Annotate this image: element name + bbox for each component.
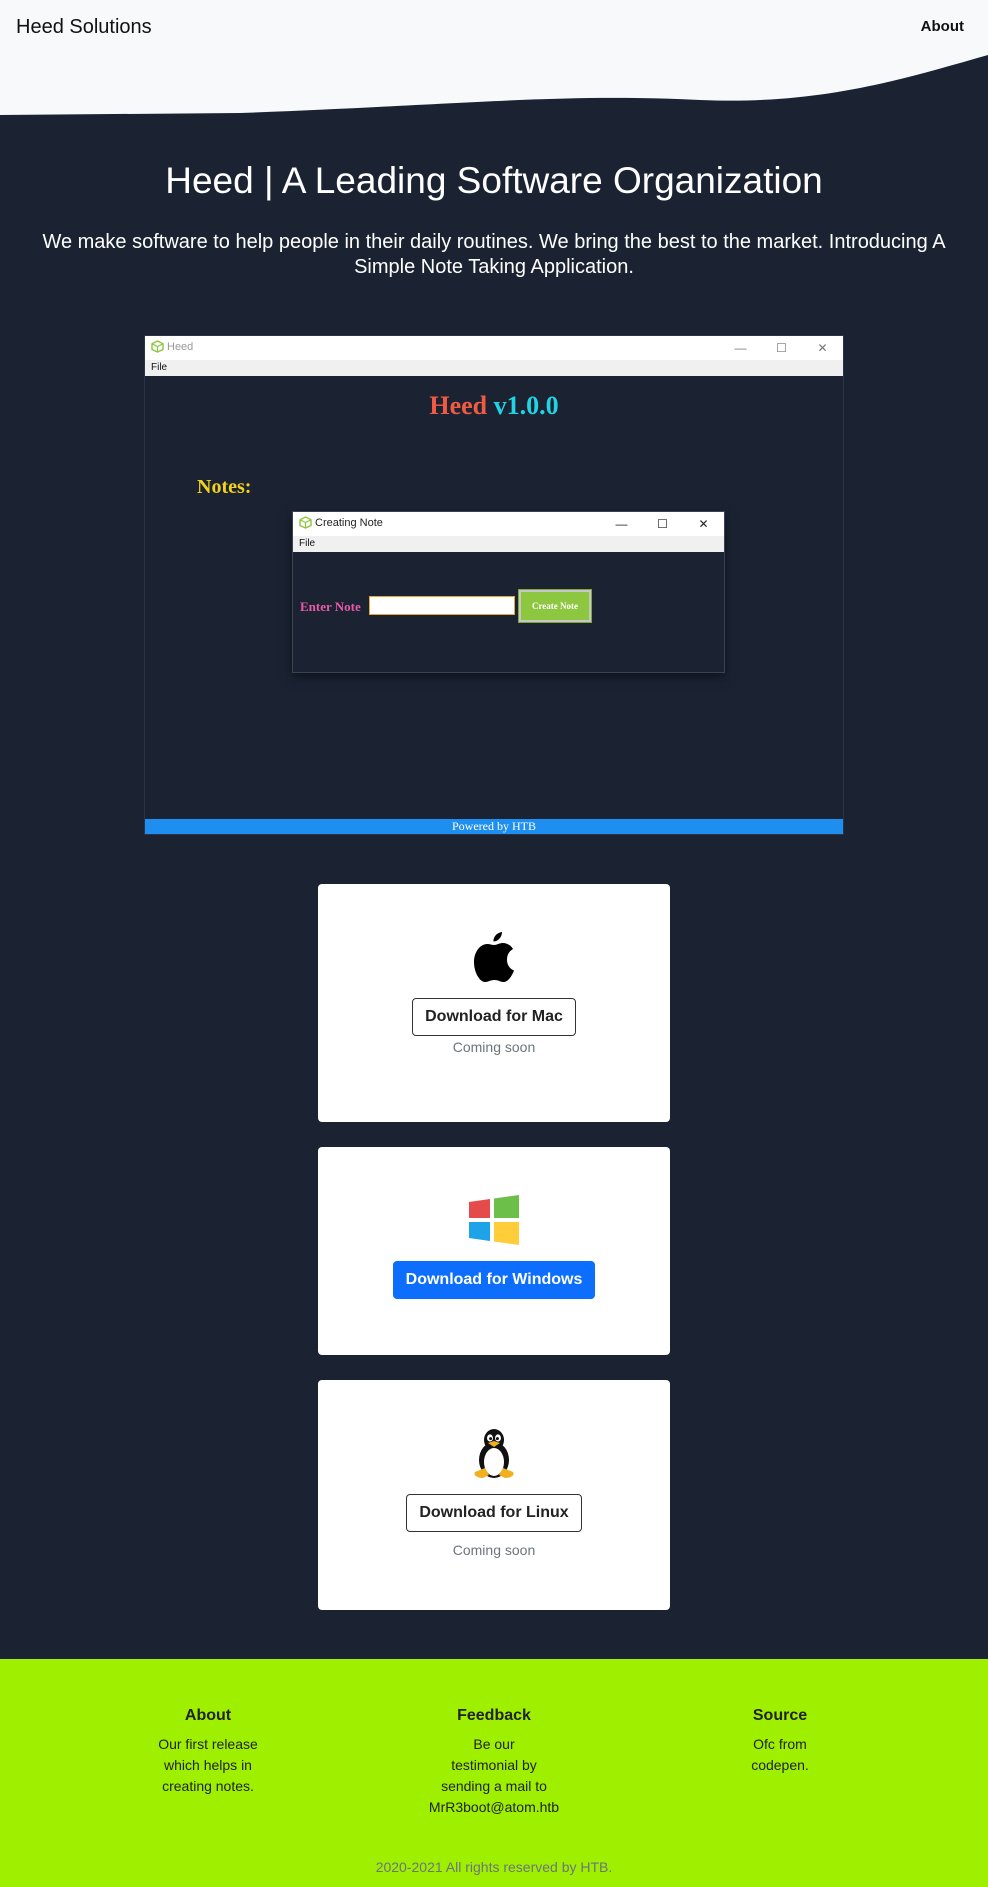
- download-mac-button[interactable]: Download for Mac: [412, 998, 576, 1036]
- dialog-titlebar: Creating Note — ☐ ✕: [293, 512, 724, 536]
- app-heading: Heed v1.0.0: [145, 391, 843, 421]
- footer-about-line: creating notes.: [162, 1778, 254, 1794]
- footer-source-line: codepen.: [751, 1757, 809, 1773]
- create-note-button: Create Note: [518, 589, 592, 623]
- footer-feedback-title: Feedback: [457, 1707, 531, 1724]
- download-card-windows: Download for Windows: [318, 1147, 670, 1355]
- close-icon: ✕: [698, 517, 709, 531]
- dialog-window-controls: — ☐ ✕: [601, 512, 724, 536]
- footer-feedback-email[interactable]: MrR3boot@atom.htb: [414, 1797, 574, 1818]
- footer-feedback-line: Be our: [473, 1736, 515, 1752]
- app-menu-file: File: [145, 360, 843, 376]
- heed-app-icon: [299, 516, 312, 529]
- app-heading-name: Heed: [429, 391, 488, 420]
- enter-note-label: Enter Note: [300, 599, 361, 614]
- hero-subtitle: We make software to help people in their…: [42, 231, 946, 278]
- app-screenshot: Heed — ☐ ✕ File Heed v1.0.0 Notes: Creat…: [144, 335, 844, 835]
- download-windows-button[interactable]: Download for Windows: [393, 1261, 595, 1299]
- app-window-title: Heed: [167, 341, 194, 353]
- footer-about-title: About: [184, 1707, 232, 1724]
- app-titlebar: Heed — ☐ ✕: [145, 336, 843, 360]
- window-controls: — ☐ ✕: [720, 336, 843, 360]
- powered-by-bar: Powered by HTB: [145, 819, 843, 834]
- site-footer: About Our first release which helps in c…: [0, 1659, 988, 1887]
- dialog-window-title: Creating Note: [315, 517, 383, 529]
- download-card-mac: Download for Mac Coming soon: [318, 884, 670, 1122]
- footer-feedback-line: sending a mail to: [441, 1778, 547, 1794]
- footer-about-line: Our first release: [158, 1736, 258, 1752]
- creating-note-dialog: Creating Note — ☐ ✕ File Enter Note Crea…: [292, 511, 725, 673]
- footer-source-line: Ofc from: [753, 1736, 807, 1752]
- hero-title: Heed | A Leading Software Organization: [165, 160, 823, 201]
- notes-label: Notes:: [197, 476, 252, 498]
- site-header: Heed Solutions About: [0, 0, 988, 115]
- footer-about: About Our first release which helps in c…: [130, 1707, 286, 1797]
- app-heading-version: v1.0.0: [493, 391, 559, 420]
- linux-coming-soon: Coming soon: [452, 1542, 536, 1558]
- nav-about-link[interactable]: About: [921, 18, 964, 35]
- footer-feedback-line: testimonial by: [451, 1757, 537, 1773]
- brand-logo-text[interactable]: Heed Solutions: [16, 16, 152, 39]
- download-linux-button[interactable]: Download for Linux: [406, 1494, 582, 1532]
- tux-icon: [474, 1429, 514, 1478]
- minimize-icon: —: [615, 517, 628, 531]
- footer-source-title: Source: [752, 1707, 808, 1724]
- note-input: [369, 596, 515, 615]
- windows-icon: [469, 1195, 519, 1245]
- apple-icon: [474, 932, 514, 982]
- footer-source: Source Ofc from codepen.: [700, 1707, 860, 1776]
- download-card-linux: Download for Linux Coming soon: [318, 1380, 670, 1610]
- mac-coming-soon: Coming soon: [452, 1039, 536, 1055]
- minimize-icon: —: [734, 341, 747, 355]
- heed-app-icon: [151, 340, 164, 353]
- copyright: 2020-2021 All rights reserved by HTB.: [375, 1859, 613, 1875]
- dialog-menu-file: File: [293, 536, 724, 552]
- maximize-icon: ☐: [657, 517, 668, 531]
- footer-feedback: Feedback Be our testimonial by sending a…: [414, 1707, 574, 1818]
- footer-about-line: which helps in: [164, 1757, 252, 1773]
- maximize-icon: ☐: [776, 341, 787, 355]
- close-icon: ✕: [817, 341, 828, 355]
